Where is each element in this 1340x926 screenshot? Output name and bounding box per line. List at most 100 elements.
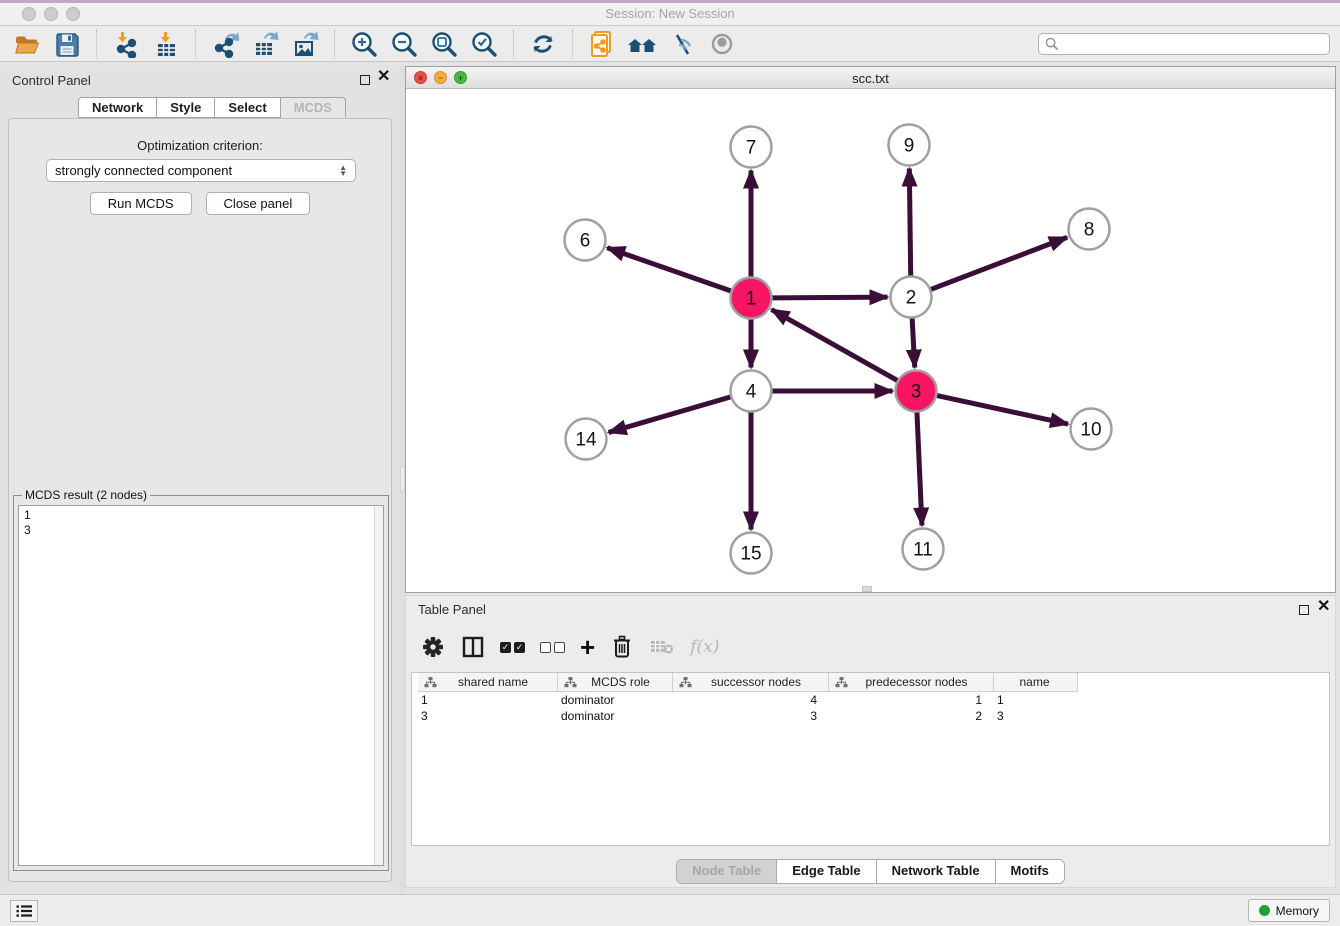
criterion-select[interactable]: strongly connected component ▲▼ [46,159,356,182]
column-header-predecessor-nodes[interactable]: predecessor nodes [829,673,994,692]
table-cell[interactable]: 1 [418,692,558,708]
import-table-button[interactable] [149,29,183,59]
select-all-columns-button[interactable]: ✓ ✓ [500,632,525,662]
graph-node-14[interactable]: 14 [566,419,607,460]
table-cell[interactable]: 3 [673,708,829,724]
top-strip [0,0,1340,3]
import-network-button[interactable] [109,29,143,59]
svg-text:3: 3 [911,382,922,403]
open-session-button[interactable] [10,29,44,59]
status-bar: Memory [0,894,1340,926]
zoom-in-button[interactable] [347,29,381,59]
network-resize-handle[interactable] [862,586,872,592]
graph-edge-1-2[interactable] [772,297,887,298]
graph-edge-3-1[interactable] [771,310,897,381]
graph-node-2[interactable]: 2 [891,277,932,318]
hide-graphics-details-button[interactable] [665,29,699,59]
refresh-button[interactable] [526,29,560,59]
network-window: × − + scc.txt 7968124314101511 [405,66,1336,593]
graph-edge-1-6[interactable] [607,248,731,291]
close-panel-button[interactable]: Close panel [206,192,311,215]
tab-edge-table[interactable]: Edge Table [776,860,875,883]
show-columns-button[interactable] [461,632,485,662]
graph-edge-3-10[interactable] [937,396,1068,424]
zoom-selected-button[interactable] [467,29,501,59]
graph-node-7[interactable]: 7 [731,127,772,168]
table-settings-button[interactable] [420,632,446,662]
table-cell[interactable]: 1 [829,692,994,708]
zoom-fit-button[interactable] [427,29,461,59]
mcds-result-box[interactable]: 13 [18,505,384,866]
graph-edge-4-14[interactable] [609,397,731,432]
tab-network-table[interactable]: Network Table [876,860,995,883]
table-cell[interactable]: 2 [829,708,994,724]
search-field[interactable] [1038,33,1330,55]
graph-node-9[interactable]: 9 [889,125,930,166]
table-panel-close-button[interactable]: ✕ [1317,599,1330,615]
table-panel-float-button[interactable] [1299,605,1309,615]
graph-node-15[interactable]: 15 [731,533,772,574]
svg-text:11: 11 [913,540,933,561]
search-input[interactable] [1059,37,1323,51]
toolbar-separator [96,30,97,58]
graph-node-11[interactable]: 11 [903,529,944,570]
graph-node-10[interactable]: 10 [1071,409,1112,450]
tab-node-table[interactable]: Node Table [677,860,776,883]
tab-select[interactable]: Select [215,97,280,118]
hierarchy-icon [835,677,848,688]
create-column-button[interactable]: + [580,632,595,662]
control-panel-close-button[interactable]: ✕ [377,69,390,85]
graph-node-1[interactable]: 1 [731,278,772,319]
graph-edge-2-3[interactable] [912,318,915,367]
tab-mcds[interactable]: MCDS [281,97,346,118]
graph-edge-3-11[interactable] [917,412,922,525]
graph-edge-2-9[interactable] [909,168,910,275]
table-cell[interactable]: 3 [994,708,1078,724]
graph-edge-2-8[interactable] [931,237,1067,289]
column-header-name[interactable]: name [994,673,1078,692]
toolbar-separator [572,30,573,58]
tab-style[interactable]: Style [157,97,215,118]
table-row[interactable]: 3dominator323 [418,708,1329,724]
export-image-button[interactable] [288,29,322,59]
control-panel-float-button[interactable] [360,75,370,85]
graph-node-3[interactable]: 3 [896,371,937,412]
new-network-file-button[interactable] [585,29,619,59]
tab-motifs[interactable]: Motifs [995,860,1064,883]
control-panel-title: Control Panel [12,73,91,88]
export-table-button[interactable] [248,29,282,59]
table-cell[interactable]: dominator [558,708,673,724]
checked-box-icon: ✓ [514,642,525,653]
memory-button[interactable]: Memory [1248,899,1330,922]
table-body: 1dominator4113dominator323 [412,692,1329,724]
unselect-all-columns-button[interactable] [540,632,565,662]
table-cell[interactable]: 3 [418,708,558,724]
graph-node-8[interactable]: 8 [1069,209,1110,250]
column-header-successor-nodes[interactable]: successor nodes [673,673,829,692]
show-graphics-details-button[interactable] [705,29,739,59]
save-session-button[interactable] [50,29,84,59]
zoom-in-icon [350,30,378,58]
task-history-button[interactable] [10,900,38,922]
home-button[interactable] [625,29,659,59]
svg-text:10: 10 [1080,420,1101,441]
run-mcds-button[interactable]: Run MCDS [90,192,192,215]
graph-node-6[interactable]: 6 [565,220,606,261]
delete-columns-button[interactable] [610,632,634,662]
table-cell[interactable]: 4 [673,692,829,708]
table-panel-title: Table Panel [418,602,486,617]
memory-label: Memory [1276,904,1319,918]
network-graph-canvas[interactable]: 7 9 6 8 1 2 4 3 14 10 15 11 [406,89,1335,592]
column-header-mcds-role[interactable]: MCDS role [558,673,673,692]
column-header-shared-name[interactable]: shared name [418,673,558,692]
result-scrollbar[interactable] [374,506,383,865]
list-icon [16,904,32,918]
app-titlebar: Session: New Session [0,0,1340,26]
graph-node-4[interactable]: 4 [731,371,772,412]
zoom-out-button[interactable] [387,29,421,59]
tab-network[interactable]: Network [78,97,157,118]
table-row[interactable]: 1dominator411 [418,692,1329,708]
export-network-button[interactable] [208,29,242,59]
table-cell[interactable]: dominator [558,692,673,708]
table-cell[interactable]: 1 [994,692,1078,708]
